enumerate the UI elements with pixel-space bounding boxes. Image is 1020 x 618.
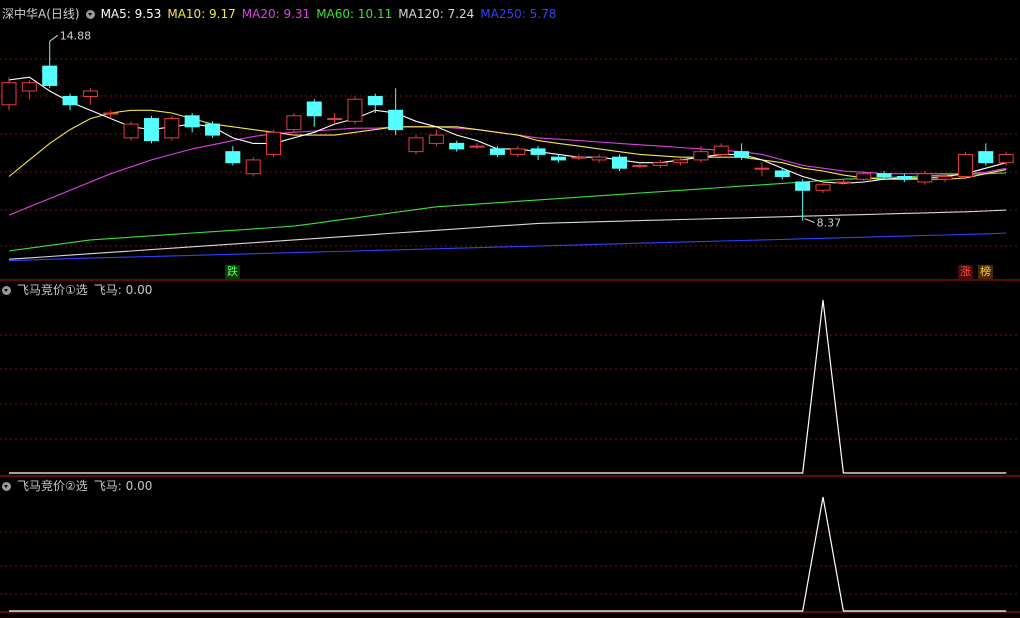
candle-body [530, 148, 546, 155]
candle-body [1, 82, 17, 106]
candle-body [734, 151, 750, 158]
candle-body [103, 112, 119, 115]
candle-body [428, 134, 444, 144]
candle-body [21, 82, 37, 92]
candle-body [571, 156, 587, 159]
candle-body [123, 123, 139, 139]
candle-body [957, 153, 973, 177]
candle-body [754, 167, 770, 170]
candle-body [306, 101, 322, 117]
high-marker [49, 34, 59, 42]
candle-body [998, 153, 1014, 164]
panel1-header: 飞马竞价①选 飞马: 0.00 [2, 282, 158, 298]
candle-body [143, 118, 159, 142]
low-annotation: 8.37 [817, 217, 842, 230]
ma10-label: MA10: 9.17 [167, 7, 236, 21]
list-badge[interactable]: 榜 [978, 265, 993, 279]
candle-body [591, 156, 607, 161]
candle-body [612, 156, 627, 169]
panel1-signal-line [9, 299, 1007, 474]
fall-badge[interactable]: 跌 [225, 265, 240, 279]
candle-body [978, 151, 994, 164]
panel2-title: 飞马竞价②选 [17, 479, 88, 493]
candle-body [489, 148, 505, 155]
panel1-title: 飞马竞价①选 [17, 283, 88, 297]
candle-body [632, 164, 648, 167]
candle-body [856, 173, 872, 180]
candle-body [388, 109, 404, 131]
candle-body [469, 145, 485, 148]
candle-body [815, 184, 831, 191]
candle-body [795, 181, 811, 191]
ma60-line [8, 172, 1007, 252]
candle-body [652, 162, 668, 166]
panel2-header: 飞马竞价②选 飞马: 0.00 [2, 478, 158, 494]
candle-body [184, 115, 200, 128]
ma250-line [8, 232, 1007, 262]
low-marker [804, 218, 815, 224]
candle-body [164, 118, 180, 139]
panel1-toggle-icon[interactable] [2, 286, 11, 295]
candle-body [367, 95, 383, 106]
rise-badge[interactable]: 涨 [958, 265, 973, 279]
panel2-toggle-icon[interactable] [2, 482, 11, 491]
candle-body [225, 151, 241, 164]
ma120-line [8, 209, 1007, 260]
candle-body [937, 175, 953, 180]
candle-body [266, 131, 282, 155]
candle-body [673, 159, 689, 164]
ma250-label: MA250: 5.78 [480, 7, 557, 21]
candle-body [245, 159, 261, 175]
candle-body [82, 90, 98, 97]
panel1-value: 飞马: 0.00 [93, 283, 153, 297]
settings-toggle-icon[interactable] [85, 10, 95, 19]
stock-title: 深中华A(日线) [2, 7, 80, 21]
candle-body [835, 181, 851, 184]
candle-body [327, 118, 343, 121]
panel2-value: 飞马: 0.00 [93, 479, 153, 493]
candle-body [510, 148, 526, 155]
candle-body [917, 173, 933, 183]
candle-body [774, 170, 790, 177]
high-annotation: 14.88 [60, 29, 91, 42]
candle-body [62, 95, 78, 106]
candle-body [713, 145, 729, 155]
ma60-label: MA60: 10.11 [316, 7, 393, 21]
main-header: 深中华A(日线) MA5: 9.53 MA10: 9.17 MA20: 9.31 MA6… [2, 6, 562, 22]
candle-body [693, 151, 709, 161]
ma120-label: MA120: 7.24 [398, 7, 475, 21]
candle-body [408, 137, 424, 153]
ma5-label: MA5: 9.53 [100, 7, 162, 21]
candle-body [550, 156, 566, 161]
kline-chart[interactable]: 14.88 8.37 [0, 0, 1020, 618]
candle-body [205, 123, 220, 136]
ma20-label: MA20: 9.31 [241, 7, 311, 21]
candle-body [286, 115, 302, 131]
candle-body [876, 173, 892, 177]
candle-body [42, 65, 58, 86]
candle-body [347, 98, 363, 122]
candle-body [896, 175, 912, 180]
candle-body [449, 142, 465, 150]
